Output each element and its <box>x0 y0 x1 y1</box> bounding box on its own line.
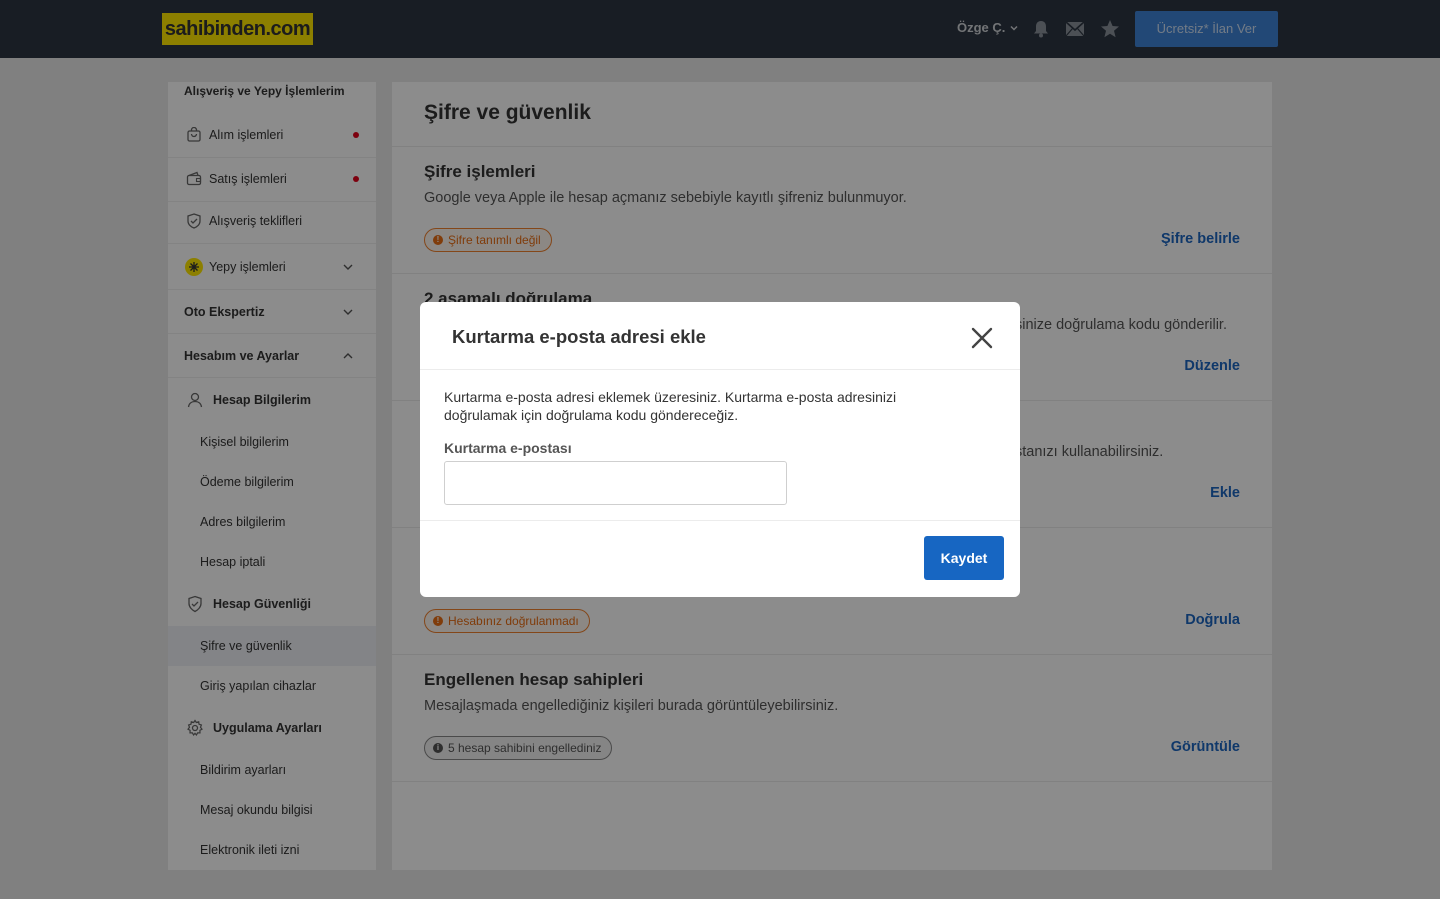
recovery-email-input[interactable] <box>444 461 787 505</box>
modal-description: Kurtarma e-posta adresi eklemek üzeresin… <box>444 389 897 423</box>
close-icon[interactable] <box>968 324 996 352</box>
recovery-email-label: Kurtarma e-postası <box>444 440 572 456</box>
modal-title: Kurtarma e-posta adresi ekle <box>452 326 706 347</box>
save-button[interactable]: Kaydet <box>924 536 1004 580</box>
recovery-email-dialog: Kurtarma e-posta adresi ekle Kurtarma e-… <box>420 302 1020 597</box>
